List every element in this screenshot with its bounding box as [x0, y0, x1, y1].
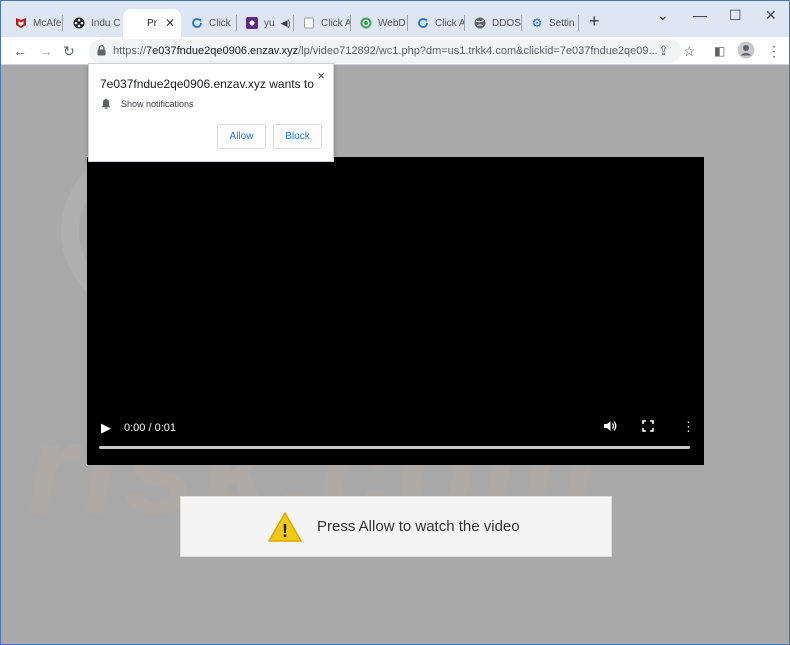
media-icon	[246, 17, 258, 29]
refresh-blue-icon	[191, 17, 203, 29]
close-icon[interactable]: ×	[317, 68, 325, 83]
mcafee-icon	[15, 17, 27, 29]
tab-label: Pr	[147, 17, 157, 29]
forward-arrow-icon[interactable]: →	[39, 41, 53, 61]
close-icon[interactable]: ✕	[165, 16, 175, 30]
tab-mcafee[interactable]: McAfe	[7, 9, 63, 37]
side-panel-icon[interactable]: ◧	[714, 41, 725, 61]
profile-avatar-icon[interactable]	[737, 41, 755, 64]
tab-settings[interactable]: ⚙ Settin	[523, 9, 579, 37]
tab-label: yu	[264, 17, 275, 29]
more-options-icon[interactable]: ⋮	[682, 419, 695, 435]
reload-icon[interactable]: ↻	[63, 41, 75, 61]
volume-icon[interactable]	[603, 419, 617, 436]
play-icon[interactable]: ▶	[101, 420, 111, 436]
tab-label: Indu C	[91, 17, 121, 29]
tab-active[interactable]: Pr ✕	[123, 9, 181, 37]
minimize-icon[interactable]: —	[693, 7, 707, 23]
kebab-menu-icon[interactable]: ⋮	[767, 41, 781, 61]
browser-toolbar: ← → ↻ https://7e037fndue2qe0906.enzav.xy…	[1, 37, 789, 65]
film-reel-icon	[73, 17, 85, 29]
fullscreen-icon[interactable]	[642, 420, 654, 435]
notification-permission-popup: 7e037fndue2qe0906.enzav.xyz wants to × S…	[88, 63, 334, 162]
permission-label: Show notifications	[121, 98, 194, 109]
globe-icon	[474, 17, 486, 29]
refresh-blue-icon	[417, 17, 429, 29]
url-host: 7e037fndue2qe0906.enzav.xyz	[146, 45, 299, 57]
close-window-icon[interactable]: ✕	[765, 7, 777, 24]
tab-click-2[interactable]: Click A	[295, 9, 351, 37]
tab-label: WebD	[378, 17, 406, 29]
video-time: 0:00 / 0:01	[124, 422, 176, 434]
tab-yu[interactable]: yu ◀)	[238, 9, 294, 37]
tab-webd[interactable]: WebD	[352, 9, 408, 37]
url-path: /lp/video712892/wc1.php?dm=us1.trkk4.com…	[298, 45, 658, 57]
url-scheme: https://	[113, 45, 147, 57]
tab-label: DDOS	[492, 17, 521, 29]
chevron-down-icon[interactable]: ⌄	[657, 7, 669, 24]
tab-label: Click	[209, 17, 231, 29]
press-allow-banner: ! Press Allow to watch the video	[180, 496, 612, 557]
video-player[interactable]: ▶ 0:00 / 0:01 ⋮	[87, 157, 704, 465]
tab-click-1[interactable]: Click	[183, 9, 237, 37]
page-icon	[303, 17, 315, 29]
new-tab-plus-icon[interactable]: +	[589, 12, 600, 30]
video-progress-bar[interactable]	[99, 446, 690, 449]
star-bookmark-icon[interactable]: ☆	[683, 41, 696, 61]
banner-text: Press Allow to watch the video	[317, 518, 520, 535]
tab-label: Click A	[321, 17, 351, 29]
tab-label: Click A	[435, 17, 465, 29]
warning-glyph: !	[282, 521, 288, 541]
warning-icon: !	[268, 512, 302, 542]
browser-window: McAfe Indu C Pr ✕ Click yu ◀) Click A We…	[0, 0, 790, 645]
green-circle-icon	[360, 17, 372, 29]
tab-ddos[interactable]: DDOS	[466, 9, 522, 37]
popup-title: 7e037fndue2qe0906.enzav.xyz wants to	[100, 77, 314, 91]
speaker-icon[interactable]: ◀)	[281, 18, 291, 29]
back-arrow-icon[interactable]: ←	[13, 41, 27, 61]
tab-indu[interactable]: Indu C	[65, 9, 121, 37]
block-button[interactable]: Block	[273, 124, 322, 149]
permission-item: Show notifications	[101, 98, 194, 109]
gear-icon: ⚙	[531, 16, 543, 30]
lock-icon[interactable]	[97, 45, 106, 56]
address-bar[interactable]: https://7e037fndue2qe0906.enzav.xyz/lp/v…	[89, 39, 681, 63]
tab-strip: McAfe Indu C Pr ✕ Click yu ◀) Click A We…	[1, 1, 789, 37]
allow-button[interactable]: Allow	[217, 124, 266, 149]
bell-icon	[101, 98, 111, 109]
maximize-icon[interactable]: ☐	[729, 7, 742, 24]
tab-label: McAfe	[33, 17, 62, 29]
tab-click-3[interactable]: Click A	[409, 9, 465, 37]
tab-label: Settin	[549, 17, 575, 29]
share-icon[interactable]: ⇪	[658, 41, 669, 61]
